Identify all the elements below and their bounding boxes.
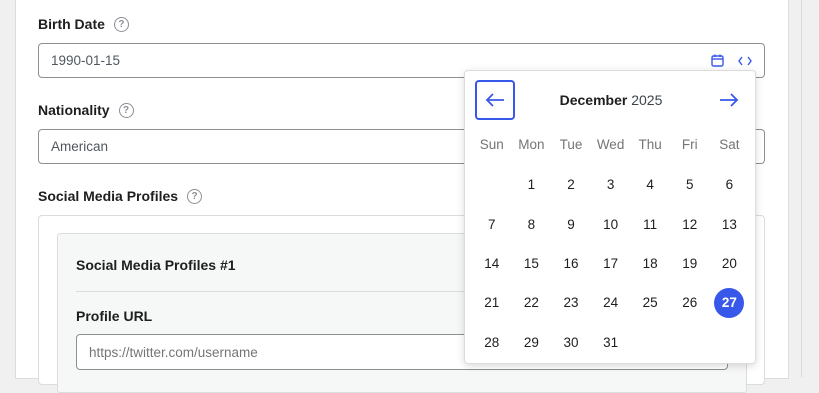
calendar-day[interactable]: 10	[591, 204, 631, 243]
birth-date-label-text: Birth Date	[38, 16, 105, 32]
calendar-month: December	[559, 92, 628, 108]
calendar-day-number: 14	[484, 255, 500, 271]
calendar-day-number: 9	[567, 216, 575, 232]
profile-url-label: Profile URL	[76, 308, 152, 324]
calendar-day[interactable]: 4	[630, 165, 670, 204]
calendar-day[interactable]: 7	[472, 204, 512, 243]
calendar-day-number: 31	[603, 334, 619, 350]
weekday-label: Mon	[518, 137, 545, 152]
calendar-day-number: 10	[603, 216, 619, 232]
weekday-label: Tue	[559, 137, 583, 152]
calendar-day[interactable]: 22	[512, 283, 552, 322]
arrow-left-icon	[485, 93, 504, 107]
weekday-label: Sun	[479, 137, 504, 152]
calendar-day[interactable]: 6	[710, 165, 750, 204]
calendar-day-number: 26	[682, 295, 698, 311]
calendar-day-number: 24	[603, 295, 619, 311]
calendar-day[interactable]: 5	[670, 165, 710, 204]
calendar-day-number: 30	[563, 334, 579, 350]
nationality-label-text: Nationality	[38, 102, 110, 118]
calendar-day-number: 19	[682, 255, 698, 271]
calendar-day[interactable]: 9	[551, 204, 591, 243]
nationality-label: Nationality ?	[38, 102, 134, 118]
weekday-label: Wed	[596, 137, 625, 152]
weekday-label: Fri	[681, 137, 698, 152]
calendar-day-number: 11	[643, 216, 658, 232]
calendar-day[interactable]: 28	[472, 323, 512, 362]
calendar-day[interactable]: 19	[670, 244, 710, 283]
help-icon[interactable]: ?	[118, 102, 134, 118]
calendar-day-number: 25	[642, 295, 658, 311]
calendar-day-number: 4	[646, 177, 654, 193]
weekday-header: Sun Mon Tue Wed Thu Fri Sat	[472, 137, 750, 152]
calendar-day-number: 13	[721, 216, 737, 232]
calendar-day-number: 23	[563, 295, 579, 311]
calendar-day[interactable]: 12	[670, 204, 710, 243]
calendar-day[interactable]: 25	[630, 283, 670, 322]
calendar-day[interactable]: 31	[591, 323, 631, 362]
calendar-day-number: 18	[642, 255, 658, 271]
calendar-day[interactable]: 13	[710, 204, 750, 243]
calendar-day[interactable]: 15	[512, 244, 552, 283]
calendar-day-number: 28	[484, 334, 500, 350]
side-strip	[801, 0, 819, 377]
calendar-day[interactable]: 17	[591, 244, 631, 283]
calendar-day[interactable]: 26	[670, 283, 710, 322]
social-media-label-text: Social Media Profiles	[38, 188, 179, 204]
prev-month-button[interactable]	[475, 80, 515, 120]
birth-date-label: Birth Date ?	[38, 16, 129, 32]
calendar-day-number: 6	[725, 177, 734, 193]
calendar-day[interactable]: 23	[551, 283, 591, 322]
calendar-year: 2025	[631, 92, 663, 108]
calendar-day-number: 21	[484, 295, 500, 311]
arrow-right-icon	[720, 93, 739, 107]
calendar-day-number: 16	[563, 255, 579, 271]
weekday-label: Thu	[638, 137, 662, 152]
calendar-day[interactable]: 11	[630, 204, 670, 243]
next-month-button[interactable]	[709, 80, 749, 120]
calendar-day[interactable]: 2	[551, 165, 591, 204]
calendar-day[interactable]: 3	[591, 165, 631, 204]
calendar-icon[interactable]	[711, 54, 724, 67]
calendar-day[interactable]: 1	[512, 165, 552, 204]
calendar-day-number: 17	[603, 255, 619, 271]
calendar-day-number: 2	[567, 177, 575, 193]
calendar-day[interactable]: 30	[551, 323, 591, 362]
calendar-day-number: 22	[523, 295, 539, 311]
profile-url-label-text: Profile URL	[76, 308, 153, 324]
calendar-day[interactable]: 29	[512, 323, 552, 362]
calendar-day-number: 3	[606, 177, 615, 193]
calendar-day-number: 15	[523, 255, 539, 271]
social-media-label: Social Media Profiles ?	[38, 188, 203, 204]
calendar-blank-cell	[472, 165, 512, 204]
calendar-day[interactable]: 20	[710, 244, 750, 283]
repeater-item-title: Social Media Profiles #1	[76, 257, 236, 273]
calendar-day-number: 8	[527, 216, 536, 232]
birth-date-value: 1990-01-15	[51, 53, 121, 68]
calendar-day-number: 5	[686, 177, 694, 193]
calendar-day-number: 1	[527, 177, 536, 193]
help-icon[interactable]: ?	[113, 16, 129, 32]
calendar-day[interactable]: 24	[591, 283, 631, 322]
calendar-day-number: 29	[523, 334, 539, 350]
calendar-day[interactable]: 18	[630, 244, 670, 283]
calendar-title: December 2025	[525, 92, 697, 108]
calendar-day[interactable]: 8	[512, 204, 552, 243]
help-icon[interactable]: ?	[187, 188, 203, 204]
calendar-day-number: 27	[714, 287, 745, 318]
calendar-day[interactable]: 16	[551, 244, 591, 283]
date-picker-popup: December 2025 Sun Mon Tue Wed Thu Fri Sa…	[464, 70, 756, 364]
weekday-label: Sat	[719, 137, 740, 152]
calendar-day[interactable]: 21	[472, 283, 512, 322]
calendar-days-grid: 1 2 3 4 5 6 7 8 9 10 11 12 13 14 15 16 17 18 19 20 21 22 23 24 2…	[472, 165, 750, 362]
calendar-day-number: 12	[682, 216, 698, 232]
calendar-day-selected[interactable]: 27	[710, 283, 750, 322]
code-icon[interactable]	[738, 56, 752, 66]
calendar-day-number: 20	[721, 255, 737, 271]
calendar-day-number: 7	[488, 216, 496, 232]
calendar-day[interactable]: 14	[472, 244, 512, 283]
